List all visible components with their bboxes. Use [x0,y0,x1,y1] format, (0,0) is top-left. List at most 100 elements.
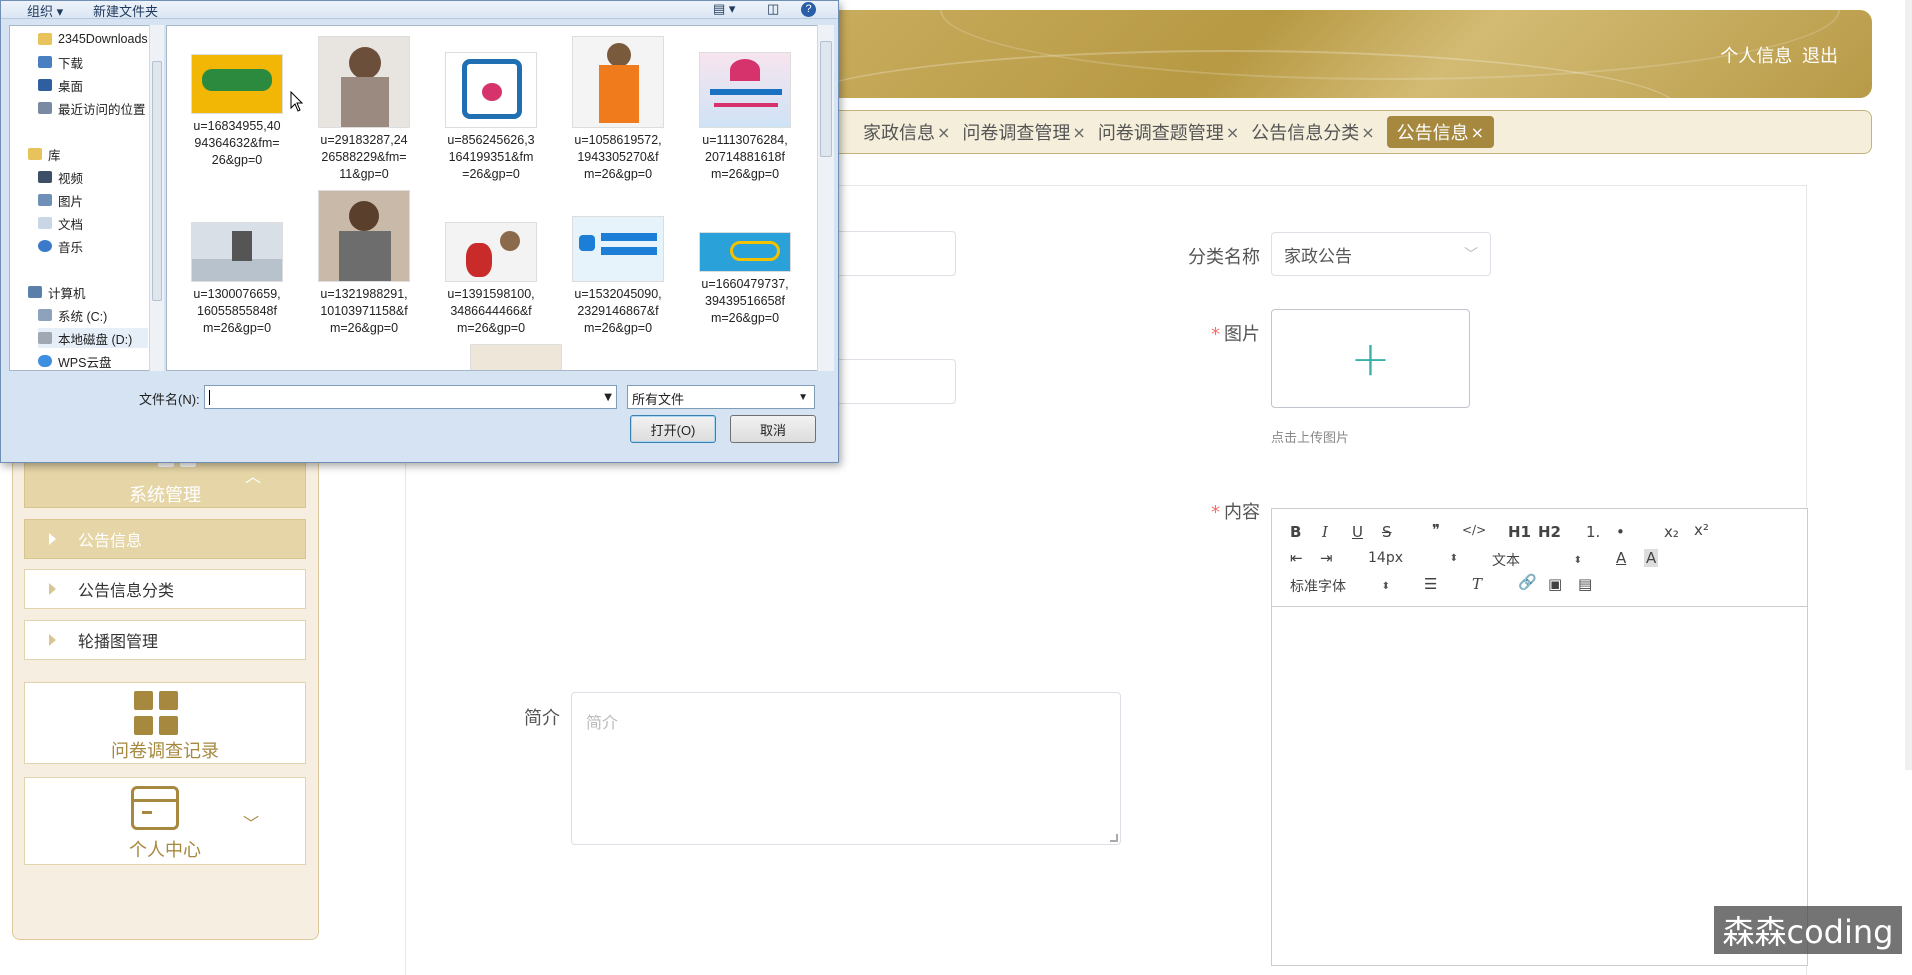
ordered-list-button[interactable]: 1. [1586,523,1600,541]
h2-button[interactable]: H2 [1538,523,1561,541]
file-list-scrollbar[interactable] [817,25,834,371]
bullet-list-button[interactable]: • [1616,523,1625,541]
scrollbar-thumb[interactable] [820,41,832,157]
nav-item-pictures[interactable]: 图片 [38,190,83,210]
text-input[interactable] [838,231,956,276]
logout-link[interactable]: 退出 [1802,46,1838,67]
chevron-down-icon[interactable]: ▼ [604,392,612,403]
nav-item-libraries[interactable]: 库 [28,144,61,164]
subscript-button[interactable]: x₂ [1664,523,1679,541]
nav-item-label: 2345Downloads [58,32,148,46]
font-size-select[interactable]: 14px ⬍ [1368,550,1458,566]
category-select[interactable]: 家政公告 ﹀ [1271,232,1491,276]
strike-button[interactable]: S [1382,523,1392,541]
close-icon[interactable]: × [937,123,950,142]
file-item[interactable]: u=1391598100, 3486644466&f m=26&gp=0 [435,222,547,337]
summary-textarea[interactable]: 简介 [571,692,1121,845]
open-button[interactable]: 打开(O) [630,415,716,443]
nav-item-computer[interactable]: 计算机 [28,282,86,302]
blockquote-button[interactable]: ❞ [1432,521,1440,539]
block-type-value: 文本 [1492,553,1520,569]
file-name: u=1113076284, [702,133,788,147]
indent-icon[interactable]: ⇥ [1320,549,1333,567]
video-icon [38,171,52,183]
font-color-icon[interactable]: A [1616,549,1626,567]
tab-housekeeping-info[interactable]: 家政信息 × [863,119,950,145]
sidebar-item-label: 轮播图管理 [78,632,159,651]
preview-pane-icon[interactable]: ◫ [767,1,779,17]
italic-button[interactable]: I [1322,523,1328,541]
nav-item-label: 本地磁盘 (D:) [58,332,133,347]
align-icon[interactable]: ☰ [1424,575,1437,593]
file-item[interactable]: u=16834955,40 94364632&fm= 26&gp=0 [181,54,293,169]
help-icon[interactable]: ? [801,2,816,17]
file-name: 10103971158&f [320,304,408,318]
sidebar-item-notice-info[interactable]: 公告信息 [24,519,306,559]
close-icon[interactable]: × [1361,123,1374,142]
close-icon[interactable]: × [1471,123,1484,142]
file-item[interactable]: u=1660479737, 39439516658f m=26&gp=0 [689,232,801,327]
tab-survey-management[interactable]: 问卷调查管理 × [962,119,1085,145]
cancel-button[interactable]: 取消 [730,415,816,443]
h1-button[interactable]: H1 [1508,523,1531,541]
link-icon[interactable]: 🔗 [1518,573,1537,591]
close-icon[interactable]: × [1226,123,1239,142]
file-item[interactable]: u=1058619572, 1943305270&f m=26&gp=0 [562,36,674,183]
video-icon[interactable]: ▤ [1578,575,1592,593]
sidebar-item-notice-category[interactable]: 公告信息分类 [24,569,306,609]
resize-grip-icon[interactable] [1110,834,1118,842]
file-thumbnail[interactable] [470,344,562,370]
outdent-icon[interactable]: ⇤ [1290,549,1303,567]
nav-item-drive-d[interactable]: 本地磁盘 (D:) [38,328,148,348]
file-name: m=26&gp=0 [710,167,780,181]
upload-tip: 点击上传图片 [1271,431,1350,446]
font-family-select[interactable]: 标准字体 ⬍ [1290,576,1390,596]
filetype-select[interactable]: 所有文件 ▼ [627,385,815,409]
nav-item-desktop[interactable]: 桌面 [38,75,83,95]
file-item[interactable]: u=1321988291, 10103971158&f m=26&gp=0 [308,190,420,337]
category-label: 分类名称 [1188,247,1260,268]
profile-link[interactable]: 个人信息 [1720,46,1792,67]
navigation-scrollbar[interactable] [149,25,164,371]
text-input[interactable] [838,359,956,404]
tab-notice-category[interactable]: 公告信息分类 × [1251,119,1374,145]
code-block-button[interactable]: </> [1462,523,1486,537]
cloud-icon [38,355,52,367]
nav-item-2345downloads[interactable]: 2345Downloads [38,29,148,49]
nav-item-drive-c[interactable]: 系统 (C:) [38,305,107,325]
block-type-select[interactable]: 文本 ⬍ [1492,550,1582,570]
tab-notice-info[interactable]: 公告信息 × [1386,116,1495,148]
tab-survey-question-management[interactable]: 问卷调查题管理 × [1098,119,1239,145]
nav-item-recent[interactable]: 最近访问的位置 [38,98,146,118]
file-item[interactable]: u=1113076284, 20714881618f m=26&gp=0 [689,52,801,183]
nav-item-music[interactable]: 音乐 [38,236,83,256]
underline-button[interactable]: U [1352,523,1363,541]
filename-input[interactable]: ▼ [204,385,617,409]
background-color-icon[interactable]: A [1644,549,1659,567]
sidebar-menu-survey-records[interactable]: 问卷调查记录 [24,682,306,764]
clear-format-icon[interactable]: T [1472,575,1482,593]
image-upload[interactable]: + [1271,309,1470,408]
sidebar-item-carousel[interactable]: 轮播图管理 [24,620,306,660]
nav-item-downloads[interactable]: 下载 [38,52,83,72]
page-scrollbar[interactable] [1905,0,1912,770]
close-icon[interactable]: × [1072,123,1085,142]
file-name: m=26&gp=0 [583,321,653,335]
sidebar-menu-personal-center[interactable]: ﹀ 个人中心 [24,777,306,865]
chevron-down-icon[interactable]: ﹀ [243,810,259,834]
file-item[interactable]: u=29183287,24 26588229&fm= 11&gp=0 [308,36,420,183]
scrollbar-thumb[interactable] [152,61,162,301]
image-icon[interactable]: ▣ [1548,575,1562,593]
file-item[interactable]: u=1300076659, 16055855848f m=26&gp=0 [181,222,293,337]
organize-menu[interactable]: 组织 ▾ [27,1,63,20]
superscript-button[interactable]: x² [1694,521,1709,539]
file-item[interactable]: u=1532045090, 2329146867&f m=26&gp=0 [562,216,674,337]
bold-button[interactable]: B [1290,523,1301,541]
nav-item-videos[interactable]: 视频 [38,167,83,187]
file-item[interactable]: u=856245626,3 164199351&fm =26&gp=0 [435,52,547,183]
nav-item-documents[interactable]: 文档 [38,213,83,233]
nav-item-wps-cloud[interactable]: WPS云盘 [38,351,111,370]
view-options-icon[interactable]: ▤ ▾ [713,1,735,17]
new-folder-button[interactable]: 新建文件夹 [93,1,158,20]
tab-label: 公告信息 [1396,123,1469,144]
